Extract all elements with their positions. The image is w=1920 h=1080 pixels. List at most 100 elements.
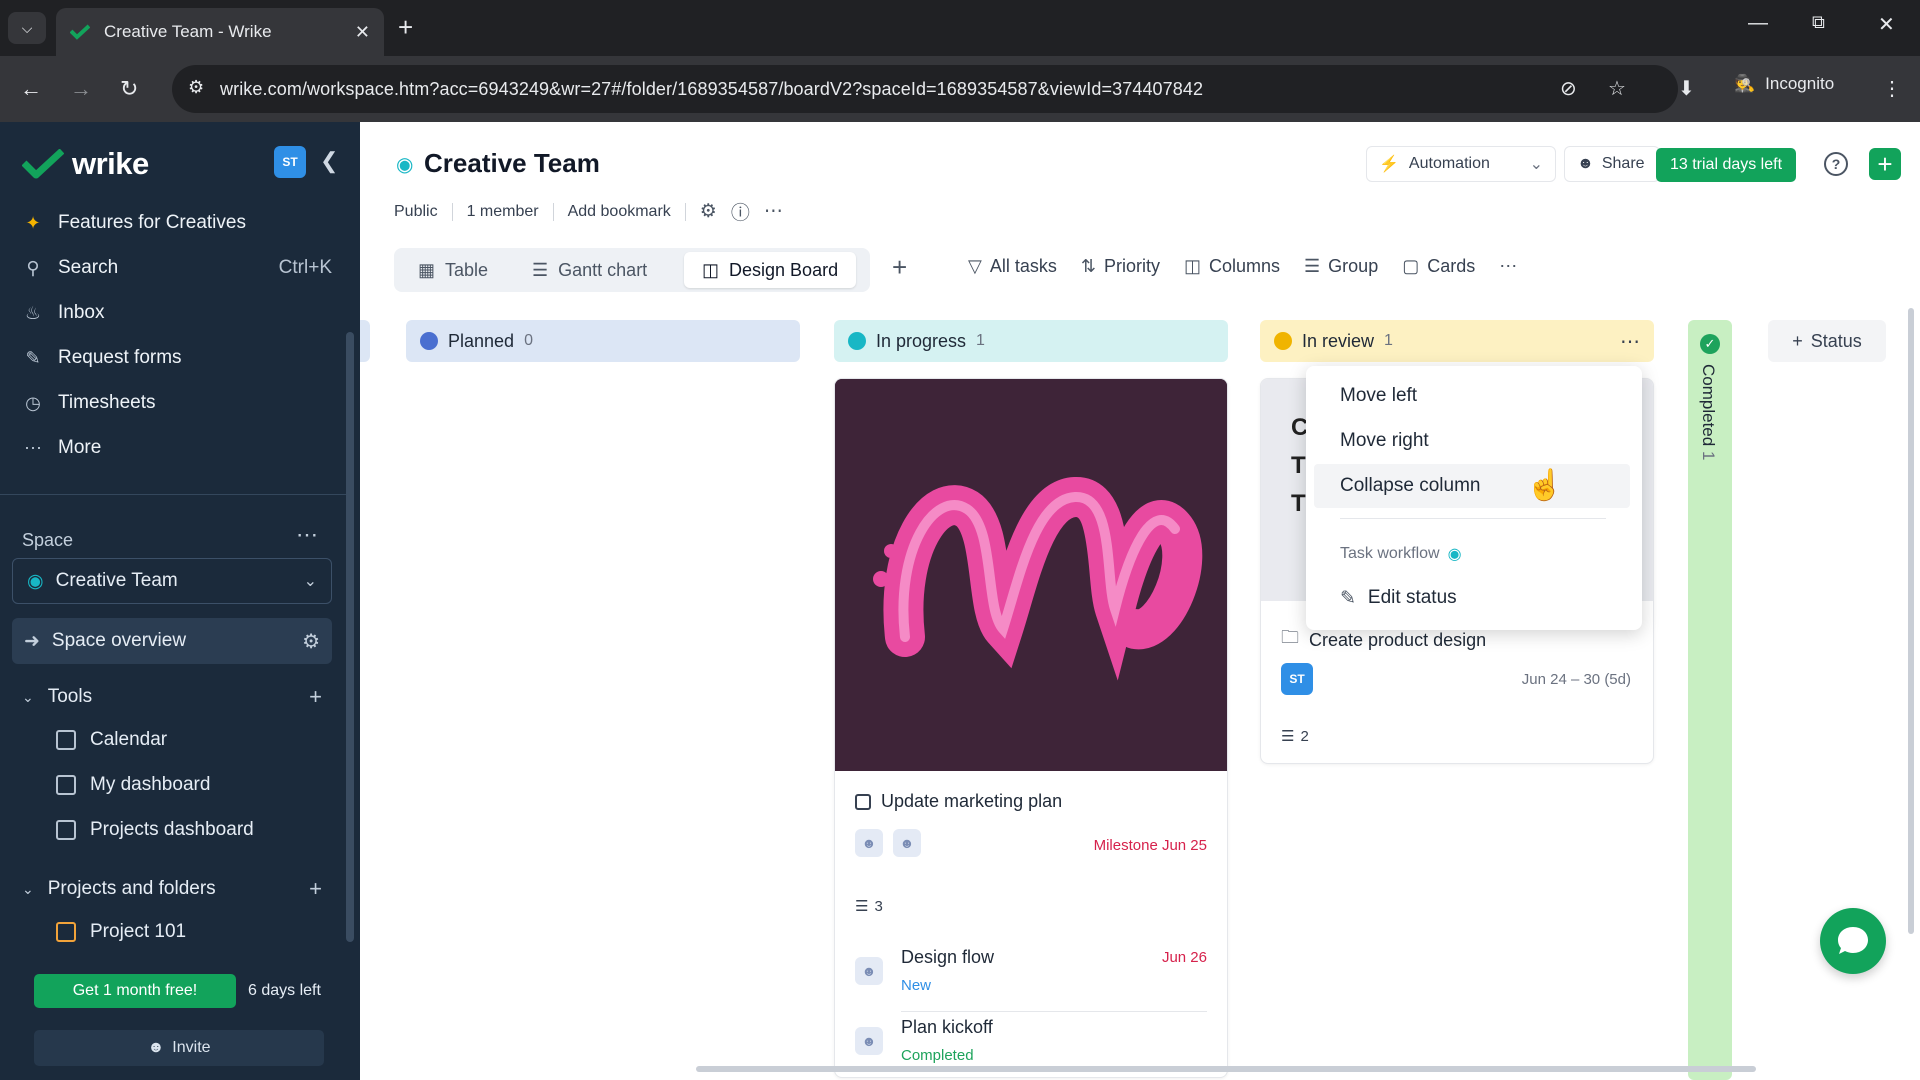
subtasks-icon: ☰	[1281, 728, 1295, 745]
calendar-icon	[56, 730, 76, 750]
more-icon[interactable]: ⋯	[1499, 256, 1517, 277]
nav-more[interactable]: ⋯ More	[22, 437, 332, 459]
members-link[interactable]: 1 member	[467, 203, 539, 221]
subtask-count[interactable]: ☰ 3	[855, 897, 883, 916]
menu-item-collapse-column[interactable]: Collapse column	[1314, 464, 1630, 508]
add-tool-icon[interactable]: +	[309, 684, 322, 710]
get-month-free-button[interactable]: Get 1 month free!	[34, 974, 236, 1008]
add-assignee-icon[interactable]: ☻	[855, 957, 883, 985]
incognito-icon: 🕵	[1734, 74, 1756, 93]
sidebar-item-project-101[interactable]: Project 101	[56, 921, 186, 943]
cards-option[interactable]: ▢ Cards	[1402, 256, 1475, 277]
all-tasks-filter[interactable]: ▽ All tasks	[968, 256, 1057, 277]
board-vertical-scrollbar[interactable]	[1908, 308, 1914, 934]
space-icon: ◉	[396, 154, 414, 176]
gear-icon[interactable]: ⚙	[302, 629, 320, 654]
assignee-avatar[interactable]: ST	[1281, 663, 1313, 695]
nav-inbox[interactable]: ♨ Inbox	[22, 302, 332, 324]
chat-button[interactable]	[1820, 908, 1886, 974]
card-assignees: ☻ ☻	[855, 829, 921, 857]
nav-timesheets[interactable]: ◷ Timesheets	[22, 392, 332, 414]
sidebar-scrollbar[interactable]	[346, 332, 354, 942]
task-card-update-marketing-plan[interactable]: Update marketing plan ☻ ☻ Milestone Jun …	[834, 378, 1228, 1078]
space-menu-icon[interactable]: ⋯	[296, 522, 318, 548]
menu-item-edit-status[interactable]: ✎ Edit status	[1306, 576, 1642, 620]
board-horizontal-scrollbar[interactable]	[696, 1066, 1756, 1072]
restore-icon[interactable]: ⧉	[1812, 12, 1825, 33]
add-assignee-icon[interactable]: ☻	[855, 1027, 883, 1055]
window-close-icon[interactable]: ✕	[1878, 12, 1895, 37]
help-icon[interactable]: ?	[1824, 152, 1848, 176]
status-dot	[1274, 332, 1292, 350]
add-bookmark-link[interactable]: Add bookmark	[568, 203, 671, 221]
columns-option[interactable]: ◫ Columns	[1184, 256, 1280, 277]
visibility-label[interactable]: Public	[394, 203, 438, 221]
column-menu-icon[interactable]: ⋯	[1620, 329, 1640, 354]
browser-tab[interactable]: Creative Team - Wrike ✕	[56, 8, 384, 56]
bookmark-star-icon[interactable]: ☆	[1608, 76, 1626, 101]
forward-icon[interactable]: →	[70, 76, 92, 102]
eye-off-icon[interactable]: ⊘	[1560, 76, 1577, 101]
priority-sort[interactable]: ⇅ Priority	[1081, 256, 1160, 277]
tool-label: Projects dashboard	[90, 819, 254, 840]
tab-design-board[interactable]: ◫ Design Board	[684, 252, 857, 288]
task-checkbox-icon[interactable]	[855, 793, 871, 810]
space-selector[interactable]: ◉ Creative Team ⌄	[12, 558, 332, 604]
gear-icon[interactable]: ⚙	[700, 200, 717, 223]
add-project-icon[interactable]: +	[309, 876, 322, 902]
column-in-review[interactable]: In review 1 ⋯	[1260, 320, 1654, 362]
menu-item-move-right[interactable]: Move right	[1306, 419, 1642, 463]
tab-table[interactable]: ▦ Table	[400, 252, 506, 288]
column-in-progress[interactable]: In progress 1	[834, 320, 1228, 362]
card-task-title[interactable]: Update marketing plan	[855, 791, 1062, 812]
sidebar-item-projects-dashboard[interactable]: Projects dashboard	[56, 819, 254, 841]
nav-request-forms[interactable]: ✎ Request forms	[22, 347, 332, 369]
placeholder-avatar-icon[interactable]: ☻	[855, 829, 883, 857]
add-new-button[interactable]: +	[1869, 148, 1901, 180]
column-completed-collapsed[interactable]: ✓ Completed 1	[1688, 320, 1732, 1080]
sidebar-item-my-dashboard[interactable]: My dashboard	[56, 774, 210, 796]
menu-label: Move right	[1340, 430, 1429, 451]
menu-item-move-left[interactable]: Move left	[1306, 374, 1642, 418]
sidebar-item-calendar[interactable]: Calendar	[56, 729, 167, 751]
minimize-icon[interactable]: —	[1748, 12, 1768, 35]
download-icon[interactable]: ⬇	[1678, 76, 1695, 101]
browser-menu-icon[interactable]: ⋮	[1882, 76, 1902, 101]
trial-days-button[interactable]: 13 trial days left	[1656, 148, 1796, 182]
more-icon[interactable]: ⋯	[764, 200, 783, 223]
nav-features-for-creatives[interactable]: ✦ Features for Creatives	[22, 212, 332, 234]
new-tab-button[interactable]: +	[398, 14, 413, 40]
invite-button[interactable]: ☻ Invite	[34, 1030, 324, 1066]
close-tab-icon[interactable]: ✕	[355, 22, 370, 43]
incognito-indicator[interactable]: 🕵 Incognito	[1734, 74, 1834, 94]
subtask-count[interactable]: ☰ 2	[1281, 727, 1309, 746]
placeholder-avatar-icon[interactable]: ☻	[893, 829, 921, 857]
add-user-icon: ☻	[147, 1039, 165, 1056]
invite-label: Invite	[172, 1039, 211, 1056]
automation-button[interactable]: ⚡ Automation ⌄	[1366, 146, 1556, 182]
tab-search-button[interactable]: ⌵	[8, 12, 46, 44]
tab-label: Gantt chart	[558, 259, 648, 280]
projects-section-header[interactable]: ⌄ Projects and folders +	[22, 876, 322, 902]
add-status-button[interactable]: + Status	[1768, 320, 1886, 362]
space-overview-item[interactable]: ➜ Space overview ⚙	[12, 618, 332, 664]
collapse-sidebar-icon[interactable]: ❮	[320, 148, 338, 174]
menu-label: Edit status	[1367, 587, 1457, 608]
user-avatar[interactable]: ST	[274, 146, 306, 178]
column-planned[interactable]: Planned 0	[406, 320, 800, 362]
card-cover-image	[835, 379, 1227, 771]
wrike-logo[interactable]: wrike	[22, 146, 149, 182]
group-option[interactable]: ☰ Group	[1304, 256, 1378, 277]
address-bar[interactable]: ⚙ wrike.com/workspace.htm?acc=6943249&wr…	[172, 65, 1678, 113]
tools-section-header[interactable]: ⌄ Tools +	[22, 684, 322, 710]
back-icon[interactable]: ←	[20, 76, 42, 102]
subtask-status: New	[901, 977, 932, 994]
site-info-icon[interactable]: ⚙	[188, 77, 204, 98]
subtask-row[interactable]: ☻ Design flow Jun 26 New	[855, 947, 1207, 1007]
add-view-icon[interactable]: +	[892, 252, 907, 283]
share-button[interactable]: ☻ Share	[1564, 146, 1660, 182]
tab-gantt-chart[interactable]: ☰ Gantt chart	[514, 252, 665, 288]
nav-search[interactable]: ⚲ Search Ctrl+K	[22, 257, 332, 279]
info-icon[interactable]: ⓘ	[731, 198, 750, 225]
reload-icon[interactable]: ↻	[120, 76, 138, 102]
